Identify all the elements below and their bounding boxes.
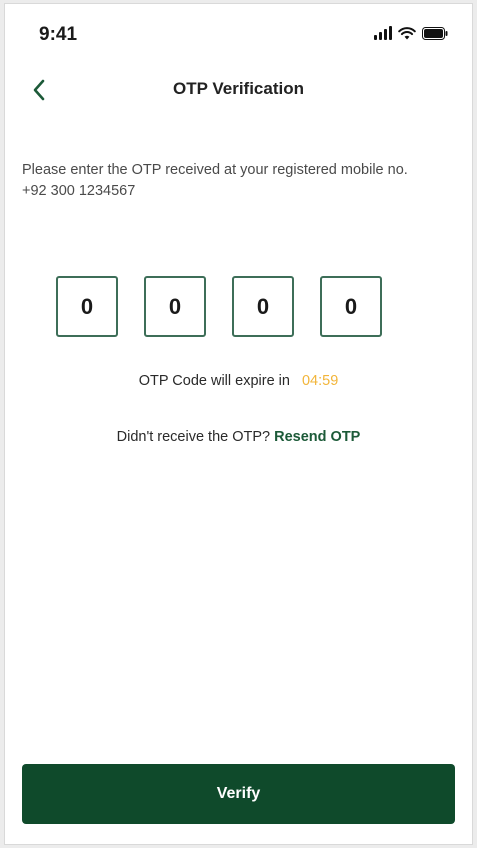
status-time: 9:41 [39,24,78,45]
otp-input-group: 0 0 0 0 [56,276,382,337]
expiry-timer: 04:59 [301,373,339,389]
page-title: OTP Verification [172,79,304,98]
instruction-text: Please enter the OTP received at your re… [22,162,408,178]
expiry-label: OTP Code will expire in [138,373,290,389]
status-icons [374,26,448,40]
resend-prompt: Didn't receive the OTP? [116,429,271,445]
cellular-signal-icon [374,26,392,40]
otp-digit-3[interactable]: 0 [232,276,294,337]
otp-digit-4[interactable]: 0 [320,276,382,337]
status-bar: 9:41 [5,4,472,64]
otp-digit-1[interactable]: 0 [56,276,118,337]
resend-otp-link[interactable]: Resend OTP [274,429,360,445]
navigation-bar: OTP Verification [5,68,472,112]
verify-button[interactable]: Verify [22,764,455,824]
otp-digit-2[interactable]: 0 [144,276,206,337]
battery-icon [422,26,448,40]
resend-otp-row: Didn't receive the OTP? Resend OTP [5,429,472,445]
wifi-icon [398,27,416,40]
app-screen: 9:41 OTP Verification Please enter the O… [4,3,473,845]
otp-instruction: Please enter the OTP received at your re… [22,160,462,202]
otp-expiry: OTP Code will expire in 04:59 [5,373,472,389]
mobile-number: +92 300 1234567 [22,183,136,199]
